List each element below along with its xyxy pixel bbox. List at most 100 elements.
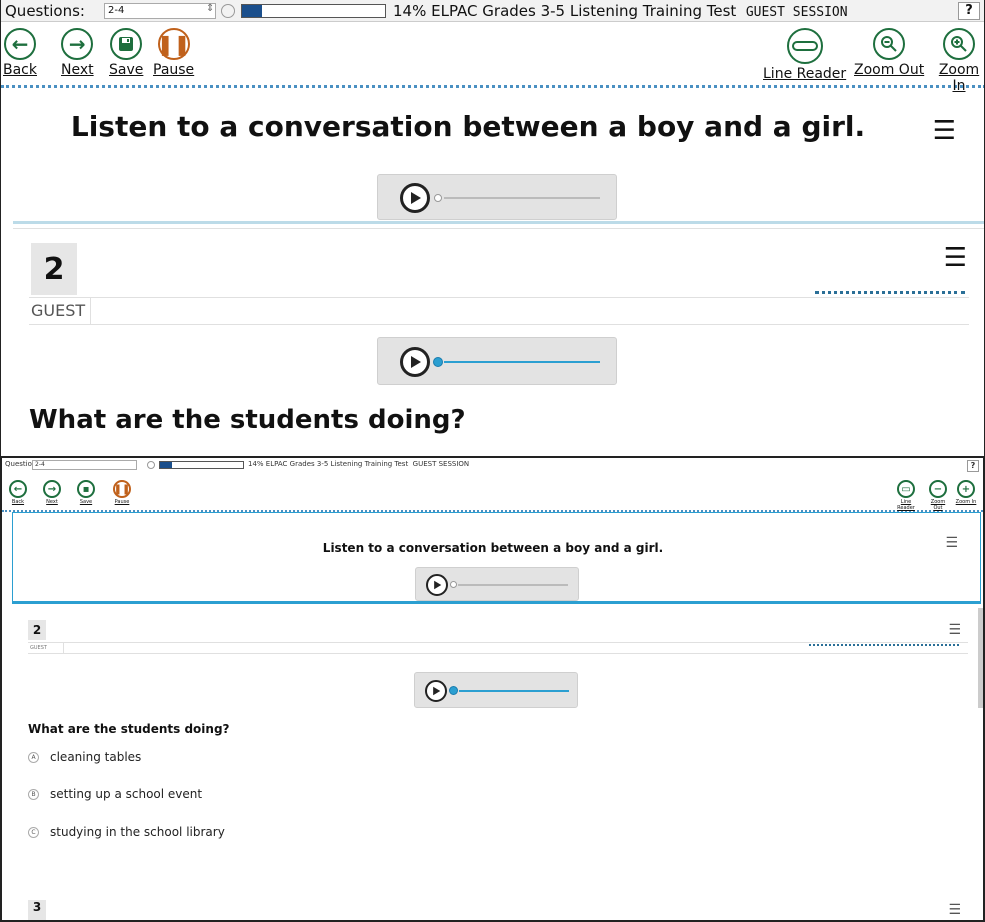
zoom-out-button-small[interactable]: − Zoom Out (926, 480, 950, 511)
toolbar-small: ← Back → Next ▪ Save ❚❚ Pause ▭ Line Reader −… (2, 472, 983, 512)
next-item-menu-icon[interactable]: ☰ (948, 902, 961, 918)
progress-text: 14% (248, 460, 264, 468)
item-menu-icon[interactable]: ☰ (948, 622, 961, 638)
session-label: GUEST SESSION (412, 460, 470, 468)
question-text-small: What are the students doing? (28, 722, 230, 736)
next-button[interactable]: → Next (61, 28, 94, 78)
help-button-small[interactable]: ? (967, 460, 979, 472)
next-button-small[interactable]: → Next (40, 480, 64, 505)
zoomed-view: Questions: 2-4 ⇕ 14% ELPAC Grades 3-5 Li… (0, 0, 985, 456)
pause-icon: ❚❚ (113, 480, 131, 498)
radio-b[interactable]: B (28, 788, 39, 800)
audio-scrubber[interactable] (450, 581, 457, 588)
back-label: Back (11, 499, 25, 505)
play-icon[interactable] (400, 183, 430, 213)
pause-button[interactable]: ❚❚ Pause (153, 28, 194, 78)
zoom-out-icon (873, 28, 906, 60)
pause-label: Pause (114, 499, 130, 505)
play-icon[interactable] (425, 680, 447, 702)
question-item: 2 ☰ GUEST What are the students doing? (13, 228, 984, 456)
item-menu-icon[interactable]: ☰ (944, 243, 967, 273)
timer-icon (221, 4, 235, 18)
floppy-disk-icon: ▪ (77, 480, 95, 498)
arrow-right-icon: → (61, 28, 94, 60)
option-a-text: cleaning tables (50, 750, 142, 764)
arrow-left-icon: ← (9, 480, 27, 498)
dotted-divider (815, 291, 965, 294)
progress-title-small: 14% ELPAC Grades 3-5 Listening Training … (248, 460, 469, 468)
play-icon[interactable] (426, 574, 448, 596)
back-button-small[interactable]: ← Back (6, 480, 30, 505)
progress-title: 14% ELPAC Grades 3-5 Listening Training … (393, 2, 848, 20)
back-button[interactable]: ← Back (3, 28, 37, 78)
audio-track[interactable] (444, 361, 600, 363)
audio-track[interactable] (459, 690, 569, 692)
questions-bar: Questions: 2-4 ⇕ 14% ELPAC Grades 3-5 Li… (1, 0, 984, 22)
answer-option-b[interactable]: B setting up a school event (28, 787, 202, 801)
next-question-number: 3 (28, 900, 46, 920)
stimulus-instruction-small: Listen to a conversation between a boy a… (322, 541, 664, 555)
pause-label: Pause (153, 62, 195, 78)
audio-scrubber[interactable] (433, 357, 443, 367)
arrow-left-icon: ← (4, 28, 36, 60)
save-label: Save (79, 499, 93, 505)
item-audio-player (377, 337, 617, 385)
radio-a[interactable]: A (28, 751, 39, 763)
stimulus-audio-player (377, 174, 617, 220)
line-reader-button-small[interactable]: ▭ Line Reader (894, 480, 918, 511)
stimulus-menu-icon[interactable]: ☰ (933, 116, 956, 146)
question-item-small: 2 ☰ GUEST What are the students doing? A… (12, 608, 981, 920)
select-arrow-icon[interactable]: ⇕ (206, 3, 214, 14)
stimulus-panel-small: Listen to a conversation between a boy a… (12, 512, 981, 604)
play-icon[interactable] (400, 347, 430, 377)
zoom-out-label: Zoom Out (930, 499, 946, 511)
scrollbar[interactable] (978, 608, 983, 708)
zoom-out-label: Zoom Out (854, 62, 925, 78)
test-title: ELPAC Grades 3-5 Listening Training Test (431, 2, 737, 20)
arrow-right-icon: → (43, 480, 61, 498)
radio-c[interactable]: C (28, 826, 39, 838)
zoom-in-button-small[interactable]: + Zoom In (954, 480, 978, 505)
timer-icon (147, 461, 155, 469)
line-reader-icon (786, 28, 823, 64)
stimulus-menu-icon[interactable]: ☰ (945, 535, 958, 551)
floppy-disk-icon (110, 28, 143, 60)
pause-icon: ❚❚ (157, 28, 190, 60)
audio-track[interactable] (444, 197, 600, 199)
back-label: Back (3, 62, 37, 78)
audio-scrubber[interactable] (449, 686, 458, 695)
zoom-in-icon (943, 28, 975, 60)
questions-bar-small: Questions: 2-4 14% ELPAC Grades 3-5 List… (2, 458, 983, 472)
full-view: Questions: 2-4 14% ELPAC Grades 3-5 List… (0, 456, 985, 922)
progress-fill (160, 462, 172, 468)
option-c-text: studying in the school library (50, 825, 225, 839)
toolbar: ← Back → Next Save ❚❚ Pause Line Reader (1, 22, 984, 94)
guest-label: GUEST (29, 298, 91, 324)
option-b-text: setting up a school event (50, 787, 203, 801)
pause-button-small[interactable]: ❚❚ Pause (110, 480, 134, 505)
save-label: Save (109, 62, 144, 78)
item-audio-player-small (414, 672, 578, 708)
stimulus-audio-player-small (415, 567, 579, 601)
zoom-in-button[interactable]: Zoom In (932, 28, 984, 94)
stimulus-instruction: Listen to a conversation between a boy a… (70, 110, 866, 143)
zoom-out-icon: − (929, 480, 947, 498)
save-button[interactable]: Save (109, 28, 143, 78)
next-label: Next (61, 62, 94, 78)
audio-scrubber[interactable] (434, 194, 442, 202)
questions-select-small[interactable]: 2-4 (32, 460, 137, 470)
line-reader-button[interactable]: Line Reader (763, 28, 846, 82)
answer-option-c[interactable]: C studying in the school library (28, 825, 225, 839)
line-reader-label: Line Reader (763, 66, 847, 82)
session-label: GUEST SESSION (745, 5, 848, 20)
audio-track[interactable] (458, 584, 568, 586)
zoom-out-button[interactable]: Zoom Out (854, 28, 924, 78)
answer-option-a[interactable]: A cleaning tables (28, 750, 141, 764)
questions-select[interactable]: 2-4 (104, 3, 216, 19)
guest-row-small: GUEST (28, 642, 968, 654)
question-number-small: 2 (28, 620, 46, 640)
guest-row: GUEST (29, 297, 969, 325)
question-number: 2 (31, 243, 77, 295)
help-button[interactable]: ? (958, 2, 980, 20)
save-button-small[interactable]: ▪ Save (74, 480, 98, 505)
